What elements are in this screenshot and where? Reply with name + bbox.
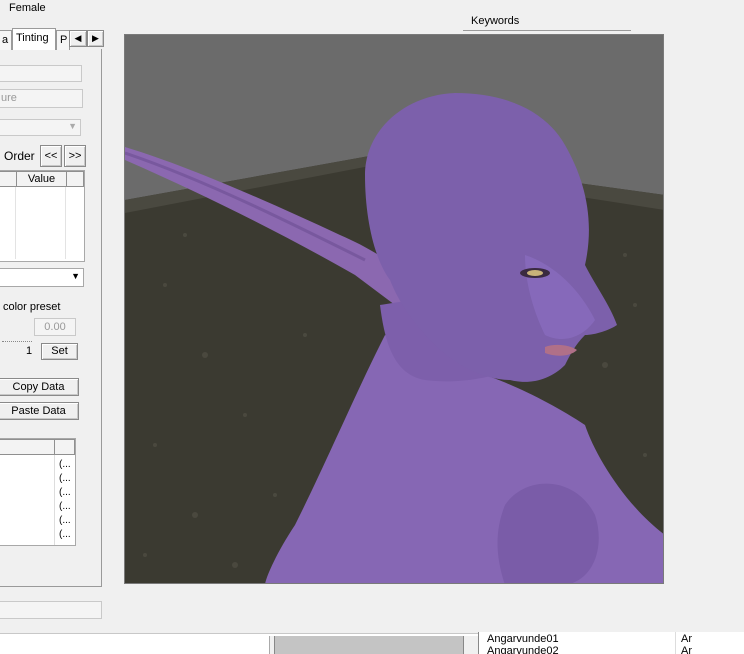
set-button[interactable]: Set xyxy=(41,343,78,360)
data-list-header xyxy=(0,439,75,455)
texture-button[interactable]: ure xyxy=(0,89,83,108)
list-item[interactable]: Angarvunde01 xyxy=(487,633,559,645)
texture-button-label: ure xyxy=(1,92,17,104)
tab-a[interactable]: a xyxy=(0,30,12,50)
order-next-button[interactable]: >> xyxy=(64,145,86,167)
color-preset-label: color preset xyxy=(3,301,61,313)
list-item-col2: Ar xyxy=(681,633,692,645)
column-header-value[interactable]: Value xyxy=(17,172,67,186)
bottom-scroll-area[interactable] xyxy=(274,636,464,654)
slider-ticks[interactable] xyxy=(2,335,32,342)
order-prev-button[interactable]: << xyxy=(40,145,62,167)
chevron-down-icon: ▼ xyxy=(71,271,80,281)
tint-dropdown[interactable]: ▼ xyxy=(0,268,84,287)
character-preview-3d-icon xyxy=(125,35,663,583)
bottom-left-pane xyxy=(0,636,270,654)
tab-tinting[interactable]: Tinting xyxy=(12,28,56,50)
value-table-header: Value xyxy=(0,171,84,187)
column-header-name[interactable] xyxy=(0,172,17,186)
keyword-name: Angarvunde02 xyxy=(487,645,559,654)
status-field xyxy=(0,601,102,619)
preset-dropdown[interactable]: ▼ xyxy=(0,119,81,136)
name-field[interactable] xyxy=(0,65,82,82)
column-divider xyxy=(675,632,676,654)
tab-p[interactable]: P xyxy=(56,30,70,50)
list-item[interactable]: (... xyxy=(55,529,75,543)
list-item[interactable]: (... xyxy=(55,459,75,473)
order-label: Order xyxy=(4,149,35,163)
tab-scroll-left-button[interactable]: ◀ xyxy=(69,30,87,47)
value-table[interactable]: Value xyxy=(0,170,85,262)
bottom-keyword-list[interactable]: Angarvunde01 Ar Angarvunde02 Ar xyxy=(478,632,744,654)
copy-data-button[interactable]: Copy Data xyxy=(0,378,79,396)
gender-radio[interactable]: ' xyxy=(0,2,8,12)
keyword-name: Angarvunde01 xyxy=(487,633,559,645)
column-header-1[interactable] xyxy=(0,440,55,454)
table-row[interactable] xyxy=(0,187,84,259)
list-item[interactable]: (... xyxy=(55,501,75,515)
tab-scroll-right-button[interactable]: ▶ xyxy=(87,30,104,47)
list-item[interactable]: Angarvunde02 xyxy=(487,645,559,654)
chevron-down-icon: ▼ xyxy=(68,121,77,131)
list-item[interactable]: (... xyxy=(55,473,75,487)
character-preview-viewport[interactable] xyxy=(124,34,664,584)
color-value-field[interactable]: 0.00 xyxy=(34,318,76,336)
arrow-left-icon: ◀ xyxy=(74,33,82,43)
arrow-right-icon: ▶ xyxy=(92,33,99,43)
list-item[interactable]: (... xyxy=(55,515,75,529)
keywords-label: Keywords xyxy=(471,15,520,27)
gender-label: Female xyxy=(9,2,46,14)
set-count: 1 xyxy=(26,345,33,357)
list-item[interactable]: (... xyxy=(55,487,75,501)
data-list[interactable]: (... (... (... (... (... (... xyxy=(0,438,76,546)
column-header-2[interactable] xyxy=(55,440,75,454)
paste-data-button[interactable]: Paste Data xyxy=(0,402,79,420)
list-item-col2: Ar xyxy=(681,645,692,654)
